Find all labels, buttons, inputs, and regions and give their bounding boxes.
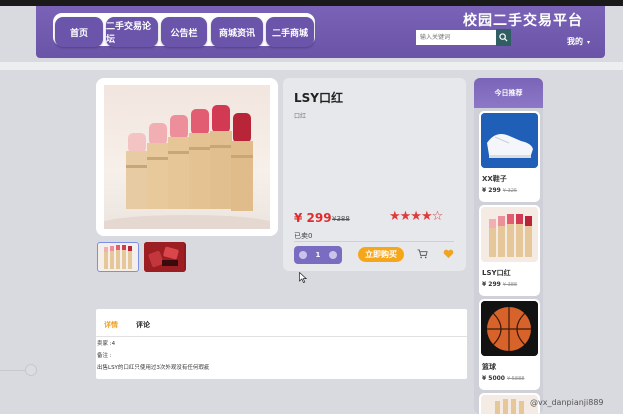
recommend-original-price: ¥ 325 xyxy=(502,188,518,194)
detail-remark: 备注 : xyxy=(97,353,112,359)
recommend-title: 今日推荐 xyxy=(474,78,543,108)
thumbnail-lipstick-1[interactable] xyxy=(97,242,139,272)
recommend-original-price: ¥ 5888 xyxy=(506,376,525,382)
sold-count: 已卖0 xyxy=(294,232,313,240)
product-info-card: LSY口红 口红 ¥ 299 ¥388 ★★★★☆ 已卖0 1 立即购买 xyxy=(283,78,466,271)
recommend-price: ¥ 5000 ¥ 5888 xyxy=(482,375,524,382)
buy-now-button[interactable]: 立即购买 xyxy=(358,247,404,262)
rating-stars: ★★★★☆ xyxy=(389,209,443,224)
recommend-item[interactable]: XX鞋子 ¥ 299 ¥ 325 xyxy=(479,111,540,202)
recommend-image-shoes xyxy=(481,113,538,168)
nav-home[interactable]: 首页 xyxy=(55,17,103,47)
nav-announcement[interactable]: 公告栏 xyxy=(161,17,207,47)
detail-panel: 详情 评论 卖家 :4 备注 : 出售LSY的口红只使用过3次外观没有任何瑕疵 xyxy=(96,309,467,379)
recommend-item[interactable]: 篮球 ¥ 5000 ¥ 5888 xyxy=(479,299,540,390)
recommend-image-basketball xyxy=(481,301,538,356)
quantity-value: 1 xyxy=(315,251,321,259)
thumbnail-lipstick-2[interactable] xyxy=(144,242,186,272)
recommend-price: ¥ 299 ¥ 388 xyxy=(482,281,517,288)
product-main-image xyxy=(104,85,270,229)
search-icon xyxy=(499,33,508,42)
nav-second-hand-mall[interactable]: 二手商城 xyxy=(266,17,314,47)
chevron-down-icon: ▾ xyxy=(587,39,591,46)
slider-handle[interactable] xyxy=(25,364,37,376)
user-menu[interactable]: 我的 ▾ xyxy=(567,36,590,47)
recommend-original-price: ¥ 388 xyxy=(502,282,518,288)
increment-button[interactable] xyxy=(329,251,338,259)
product-category: 口红 xyxy=(294,113,307,120)
tab-divider xyxy=(96,336,467,337)
recommend-price-value: ¥ 299 xyxy=(482,281,501,288)
divider xyxy=(294,241,454,242)
nav-forum[interactable]: 二手交易论坛 xyxy=(106,17,158,47)
recommend-panel: 今日推荐 XX鞋子 ¥ 299 ¥ 325 LSY口红 ¥ 299 ¥ 388 … xyxy=(474,78,543,414)
tab-comments[interactable]: 评论 xyxy=(136,320,150,330)
detail-description: 出售LSY的口红只使用过3次外观没有任何瑕疵 xyxy=(97,365,210,371)
recommend-name: 篮球 xyxy=(482,363,496,371)
tab-details[interactable]: 详情 xyxy=(104,320,118,330)
product-title: LSY口红 xyxy=(294,91,343,105)
cart-icon[interactable] xyxy=(417,249,428,259)
recommend-name: LSY口红 xyxy=(482,269,511,277)
user-menu-label: 我的 xyxy=(567,37,583,46)
detail-seller: 卖家 :4 xyxy=(97,341,116,347)
recommend-price-value: ¥ 299 xyxy=(482,187,501,194)
watermark: @vx_danpianji889 xyxy=(530,398,604,407)
product-image-card xyxy=(96,78,278,236)
nav-mall-news[interactable]: 商城资讯 xyxy=(211,17,263,47)
recommend-price: ¥ 299 ¥ 325 xyxy=(482,187,517,194)
product-original-price: ¥388 xyxy=(332,215,350,223)
recommend-image-lipstick xyxy=(481,207,538,262)
product-price: ¥ 299 xyxy=(294,211,332,225)
recommend-item[interactable]: LSY口红 ¥ 299 ¥ 388 xyxy=(479,205,540,296)
heart-icon[interactable] xyxy=(443,249,454,259)
search-button[interactable] xyxy=(496,29,511,46)
mouse-cursor-icon xyxy=(299,272,307,283)
recommend-price-value: ¥ 5000 xyxy=(482,375,505,382)
header-shadow-band xyxy=(0,62,623,70)
decrement-button[interactable] xyxy=(298,251,307,259)
search-input[interactable] xyxy=(416,30,496,45)
header-bar: 首页 二手交易论坛 公告栏 商城资讯 二手商城 校园二手交易平台 我的 ▾ xyxy=(36,6,605,58)
quantity-stepper[interactable]: 1 xyxy=(294,246,342,264)
recommend-name: XX鞋子 xyxy=(482,175,507,183)
site-title: 校园二手交易平台 xyxy=(463,13,583,29)
